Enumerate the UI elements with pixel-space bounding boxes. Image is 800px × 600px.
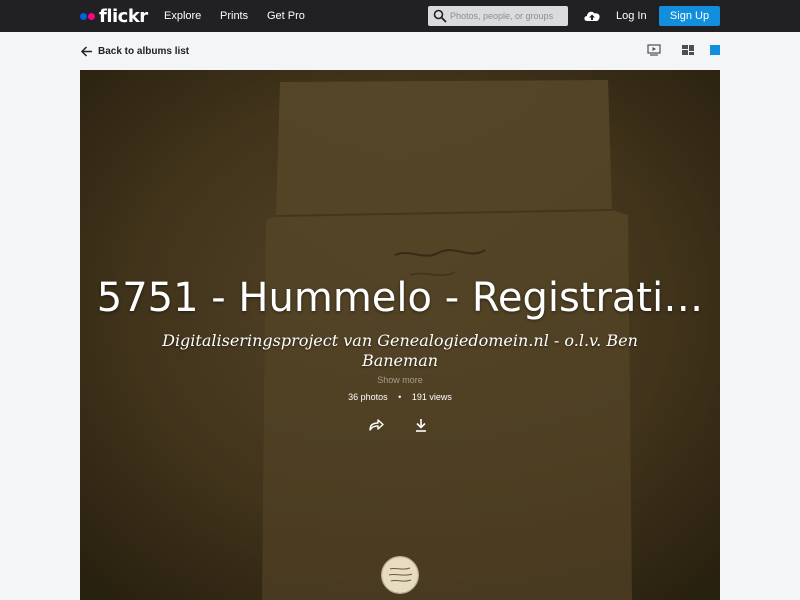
upload-cloud-icon[interactable] [582, 6, 602, 26]
show-more-link[interactable]: Show more [0, 374, 800, 386]
nav-prints-link[interactable]: Prints [220, 9, 248, 23]
arrow-left-icon [80, 45, 92, 57]
owner-avatar[interactable] [381, 556, 419, 594]
album-title: 5751 - Hummelo - Registrati… [96, 275, 704, 321]
grid-view-icon[interactable] [681, 44, 695, 56]
view-count: 191 views [411, 392, 452, 402]
nav-explore-link[interactable]: Explore [164, 9, 201, 23]
signup-button[interactable]: Sign Up [659, 6, 720, 26]
flickr-logo[interactable]: flickr [80, 5, 148, 27]
nav-get-pro-link[interactable]: Get Pro [267, 9, 305, 23]
album-stats: 36 photos • 191 views [0, 391, 800, 403]
logo-blue-dot [80, 12, 87, 20]
search-box [428, 6, 568, 26]
stats-separator: • [398, 392, 402, 402]
search-icon[interactable] [433, 9, 447, 23]
login-link[interactable]: Log In [616, 9, 647, 23]
slideshow-icon[interactable] [647, 44, 661, 56]
top-navigation-bar: flickr Explore Prints Get Pro Log In Sig… [0, 0, 800, 32]
single-view-icon[interactable] [708, 44, 722, 56]
back-to-albums-link[interactable]: Back to albums list [80, 43, 189, 59]
logo-wordmark: flickr [99, 5, 148, 27]
logo-pink-dot [88, 12, 95, 20]
download-icon[interactable] [413, 417, 429, 433]
search-input[interactable] [450, 6, 564, 26]
photo-count: 36 photos [348, 392, 388, 402]
back-label: Back to albums list [98, 45, 190, 57]
share-icon[interactable] [368, 417, 384, 433]
album-description: Digitaliseringsproject van Genealogiedom… [162, 331, 638, 370]
